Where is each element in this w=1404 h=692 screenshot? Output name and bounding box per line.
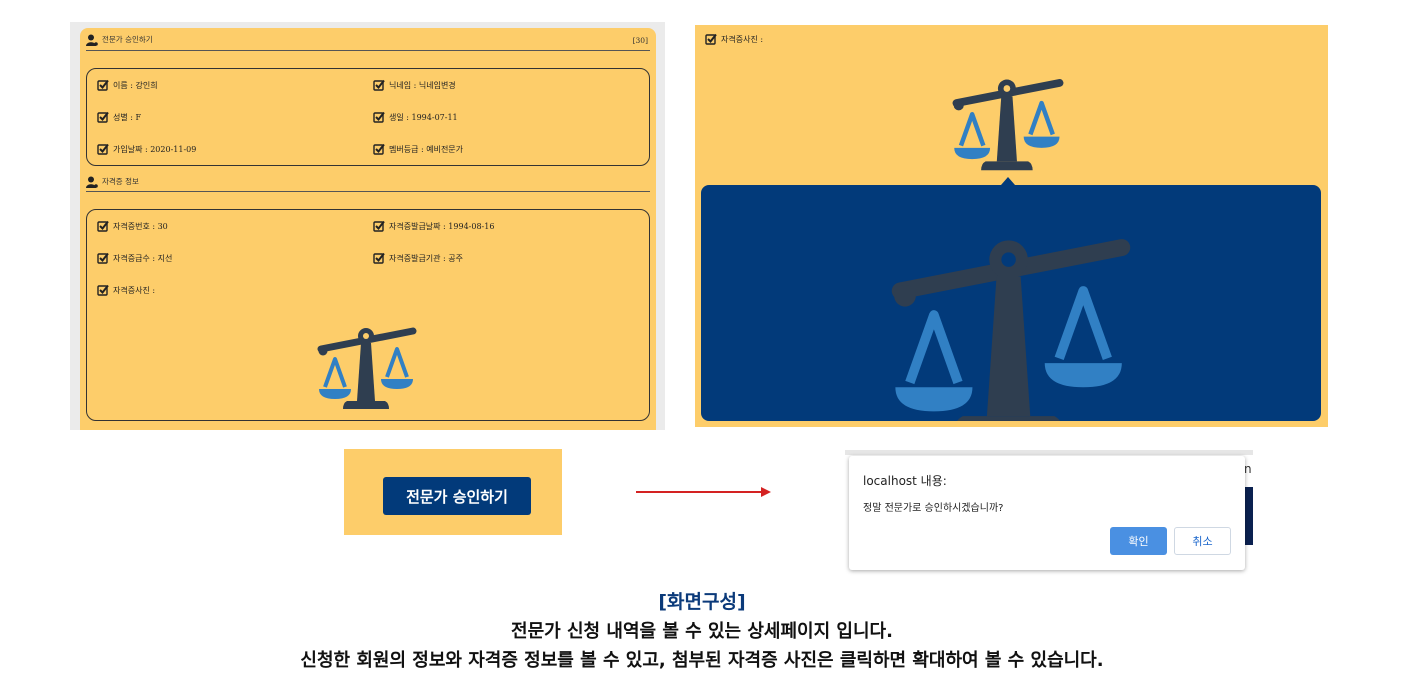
field-cert-number: 자격증번호 : 30	[97, 220, 168, 232]
checkbox-icon	[373, 143, 385, 155]
enlarged-photo-panel: 자격증사진 :	[695, 25, 1328, 427]
enlarged-cert-photo[interactable]	[891, 209, 1131, 421]
checkbox-icon	[97, 79, 109, 91]
checkbox-icon	[97, 284, 109, 296]
arrow-head	[761, 487, 771, 497]
cert-photo-image[interactable]	[949, 65, 1067, 177]
field-cert-grade: 자격증급수 : 지선	[97, 252, 172, 264]
field-name: 이름 : 강인희	[97, 79, 158, 91]
cert-photo-label: 자격증사진 :	[705, 33, 763, 45]
checkbox-icon	[97, 252, 109, 264]
caption-line-1: 전문가 신청 내역을 볼 수 있는 상세페이지 입니다.	[511, 621, 893, 642]
background-page-text: n	[1244, 462, 1252, 476]
dialog-message: 정말 전문가로 승인하시겠습니까?	[863, 503, 1004, 514]
member-info-box: 이름 : 강인희 닉네임 : 닉네임변경 성별 : F 생일 : 1994-07…	[86, 68, 650, 166]
modal-caret	[1001, 177, 1015, 185]
cert-photo-thumbnail[interactable]	[315, 315, 419, 415]
field-cert-issue-date: 자격증발급날짜 : 1994-08-16	[373, 220, 494, 232]
caption-title: [화면구성]	[658, 591, 746, 613]
dialog-ok-button[interactable]: 확인	[1110, 527, 1167, 555]
checkbox-icon	[97, 220, 109, 232]
field-nickname: 닉네임 : 닉네임변경	[373, 79, 456, 91]
arrow-right-icon	[636, 491, 762, 493]
caption-line-2: 신청한 회원의 정보와 자격증 정보를 볼 수 있고, 첨부된 자격증 사진은 …	[300, 650, 1104, 671]
cert-info-box: 자격증번호 : 30 자격증발급날짜 : 1994-08-16 자격증급수 : …	[86, 209, 650, 421]
divider	[86, 50, 650, 51]
application-count: [30]	[632, 36, 648, 45]
field-cert-photo: 자격증사진 :	[97, 284, 155, 296]
approve-expert-button[interactable]: 전문가 승인하기	[383, 477, 531, 515]
checkbox-icon	[373, 111, 385, 123]
field-join-date: 가입날짜 : 2020-11-09	[97, 143, 196, 155]
photo-modal[interactable]	[701, 185, 1321, 421]
dialog-title: localhost 내용:	[863, 474, 947, 488]
checkbox-icon	[373, 252, 385, 264]
member-section-header: 전문가 승인하기	[86, 34, 153, 46]
dialog-cancel-button[interactable]: 취소	[1174, 527, 1231, 555]
checkbox-icon	[373, 220, 385, 232]
field-gender: 성별 : F	[97, 111, 141, 123]
checkbox-icon	[97, 143, 109, 155]
approve-button-card: 전문가 승인하기	[344, 449, 562, 535]
cert-section-title: 자격증 정보	[102, 177, 139, 186]
checkbox-icon	[373, 79, 385, 91]
field-member-grade: 멤버등급 : 예비전문가	[373, 143, 463, 155]
field-cert-issuer: 자격증발급기관 : 공주	[373, 252, 463, 264]
background-page-edge	[845, 450, 1253, 455]
field-birthday: 생일 : 1994-07-11	[373, 111, 458, 123]
divider	[86, 191, 650, 192]
person-icon	[86, 176, 98, 188]
confirm-dialog: localhost 내용: 정말 전문가로 승인하시겠습니까? 확인 취소	[849, 456, 1245, 570]
detail-page-content: 전문가 승인하기 [30] 이름 : 강인희 닉네임 : 닉네임변경 성별 : …	[80, 28, 656, 430]
cert-section-header: 자격증 정보	[86, 176, 139, 188]
person-icon	[86, 34, 98, 46]
member-section-title: 전문가 승인하기	[102, 35, 153, 44]
checkbox-icon	[97, 111, 109, 123]
checkbox-icon	[705, 33, 717, 45]
